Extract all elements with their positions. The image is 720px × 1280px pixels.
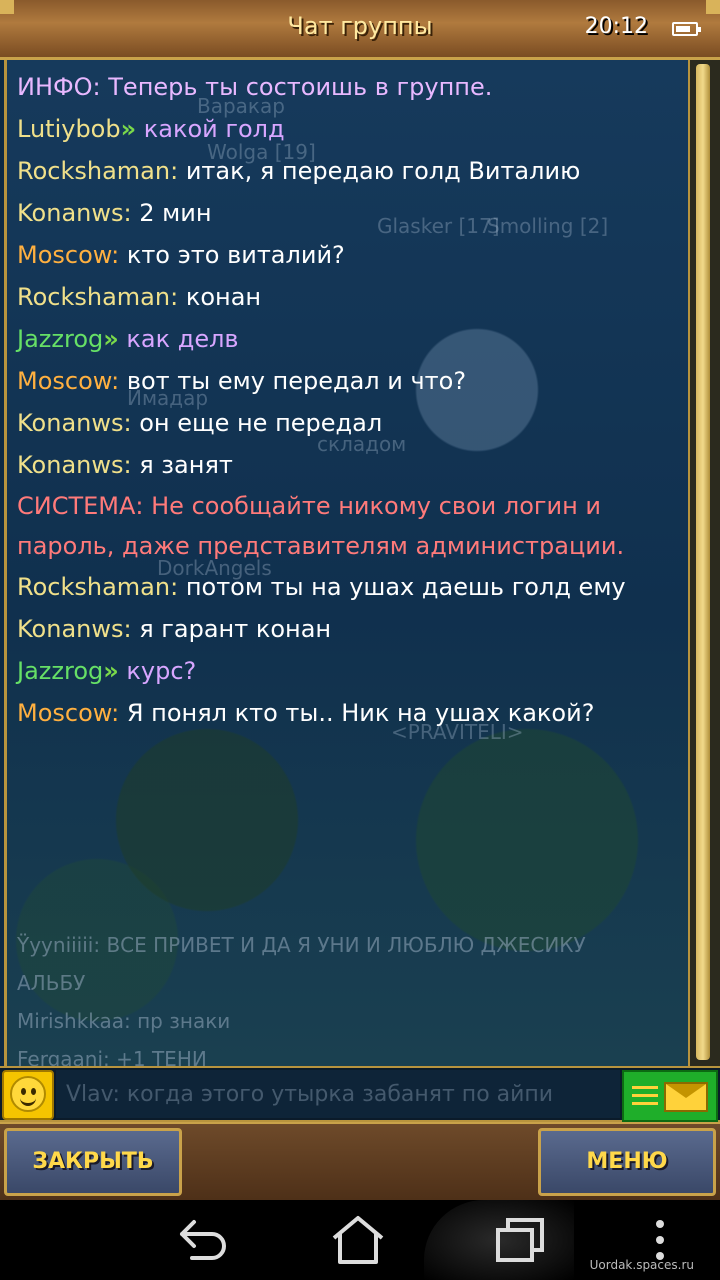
sender-name[interactable]: Jazzrog [17,657,103,685]
message-text: итак, я передаю голд Виталию [185,157,581,185]
chat-message: СИСТЕМА: Не сообщайте никому свои логин … [17,486,687,566]
chat-message: Moscow: вот ты ему передал и что? [17,360,687,402]
info-message: ИНФО: Теперь ты состоишь в группе. [17,73,493,101]
battery-icon [672,22,701,36]
sender-name[interactable]: Moscow: [17,699,119,727]
message-text: курс? [126,657,197,685]
sender-name[interactable]: Konanws: [17,451,132,479]
background-chat-line: Ÿyyniiiii: ВСЕ ПРИВЕТ И ДА Я УНИ И ЛЮБЛЮ… [17,933,586,957]
sender-name[interactable]: Rockshaman: [17,283,178,311]
envelope-icon [664,1082,708,1112]
chat-message: Konanws: я гарант конан [17,608,687,650]
chat-message: Jazzrog» курс? [17,650,687,692]
smiley-icon [10,1076,46,1112]
speed-lines-icon [632,1086,658,1110]
chat-message: Jazzrog» как делв [17,318,687,360]
whisper-arrow-icon: » [103,657,119,685]
chat-message: Moscow: Я понял кто ты.. Ник на ушах как… [17,692,687,734]
watermark: Uordak.spaces.ru [589,1258,694,1272]
chat-message: Konanws: он еще не передал [17,402,687,444]
menu-button[interactable]: МЕНЮ [538,1128,716,1196]
chat-message: Moscow: кто это виталий? [17,234,687,276]
sender-name[interactable]: Konanws: [17,409,132,437]
chat-scrollbar[interactable] [688,60,720,1066]
sender-name[interactable]: Rockshaman: [17,157,178,185]
message-text: кто это виталий? [126,241,345,269]
message-text: 2 мин [139,199,212,227]
message-text: я гарант конан [139,615,332,643]
message-text: Я понял кто ты.. Ник на ушах какой? [126,699,595,727]
chat-message: Rockshaman: конан [17,276,687,318]
status-clock: 20:12 [584,14,648,39]
home-icon[interactable] [330,1214,386,1266]
chat-message: Rockshaman: итак, я передаю голд Виталию [17,150,687,192]
whisper-arrow-icon: » [103,325,119,353]
background-chat-line: Fergaani: +1 ТЕНИ [17,1047,207,1066]
sender-name[interactable]: Moscow: [17,241,119,269]
sender-name[interactable]: Rockshaman: [17,573,178,601]
scrollbar-thumb[interactable] [696,64,710,1060]
send-button[interactable] [622,1070,718,1122]
background-chat: Ÿyyniiiii: ВСЕ ПРИВЕТ И ДА Я УНИ И ЛЮБЛЮ… [17,926,687,1066]
message-text: он еще не передал [139,409,383,437]
message-text: потом ты на ушах даешь голд ему [185,573,626,601]
chat-message: Konanws: 2 мин [17,192,687,234]
message-list: ИНФО: Теперь ты состоишь в группе. Lutiy… [17,66,687,734]
message-text: вот ты ему передал и что? [126,367,467,395]
message-text: конан [185,283,262,311]
bottom-button-bar: ЗАКРЫТЬ МЕНЮ [0,1122,720,1200]
sender-name[interactable]: Lutiybob [17,115,121,143]
message-text: как делв [126,325,239,353]
recent-apps-icon[interactable] [492,1214,548,1266]
chat-message: Lutiybob» какой голд [17,108,687,150]
background-chat-line: АЛЬБУ [17,971,86,995]
chat-panel[interactable]: Варакар Wolga [19] Glasker [17] Smolling… [4,60,688,1066]
sender-name[interactable]: Konanws: [17,199,132,227]
message-text: какой голд [143,115,285,143]
emoji-button[interactable] [2,1070,54,1120]
sender-name[interactable]: Jazzrog [17,325,103,353]
android-nav-bar: Uordak.spaces.ru [0,1200,720,1280]
message-input-bar [0,1066,720,1122]
message-text: я занят [139,451,233,479]
sender-name[interactable]: Konanws: [17,615,132,643]
title-bar: Чат группы 20:12 [0,0,720,60]
system-message: СИСТЕМА: Не сообщайте никому свои логин … [17,492,625,560]
message-input[interactable] [56,1070,620,1118]
chat-message: ИНФО: Теперь ты состоишь в группе. [17,66,687,108]
background-chat-line: Mirishkkaa: пр знаки [17,1009,231,1033]
whisper-arrow-icon: » [120,115,137,143]
back-icon[interactable] [174,1214,230,1266]
sender-name[interactable]: Moscow: [17,367,119,395]
close-button[interactable]: ЗАКРЫТЬ [4,1128,182,1196]
chat-message: Konanws: я занят [17,444,687,486]
chat-message: Rockshaman: потом ты на ушах даешь голд … [17,566,687,608]
